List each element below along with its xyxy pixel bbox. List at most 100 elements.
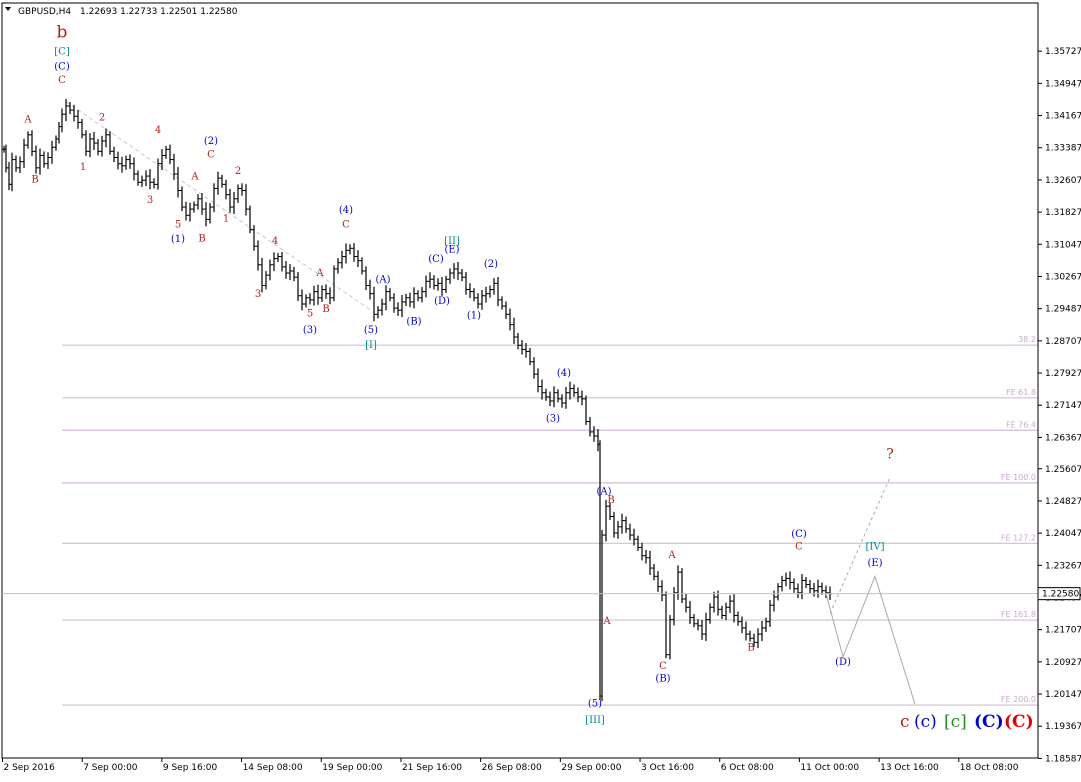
wave-label: [C] bbox=[54, 46, 70, 57]
wave-label: (C) bbox=[428, 254, 444, 265]
price-tick-label: 1.27147 bbox=[1045, 401, 1081, 411]
price-tick-label: 1.34167 bbox=[1045, 112, 1081, 122]
wave-label: B bbox=[31, 174, 38, 185]
wave-label: A bbox=[23, 114, 32, 125]
price-series bbox=[2, 99, 832, 702]
price-tick-label: 1.25607 bbox=[1045, 465, 1081, 475]
wave-label: [IV] bbox=[866, 542, 885, 553]
wave-label: (4) bbox=[339, 205, 353, 216]
wave-degree-tag: (c) bbox=[914, 712, 937, 732]
fib-level-label: FE 161.8 bbox=[1001, 610, 1036, 619]
price-tick-label: 1.32607 bbox=[1045, 176, 1081, 186]
time-tick-label: 2 Sep 2016 bbox=[4, 763, 56, 773]
wave-label: 2 bbox=[99, 112, 105, 123]
price-tick-label: 1.29487 bbox=[1045, 305, 1081, 315]
price-tick-label: 1.24047 bbox=[1045, 529, 1081, 539]
price-tick-label: 1.21707 bbox=[1045, 626, 1081, 636]
symbol-header: GBPUSD,H4 1.22693 1.22733 1.22501 1.2258… bbox=[5, 7, 238, 17]
projection-path bbox=[825, 477, 916, 705]
time-tick-label: 11 Oct 00:00 bbox=[800, 763, 859, 773]
wave-label: (1) bbox=[171, 234, 185, 245]
time-tick-label: 21 Sep 16:00 bbox=[402, 763, 462, 773]
time-tick-label: 7 Sep 00:00 bbox=[83, 763, 138, 773]
wave-label: 4 bbox=[272, 236, 278, 247]
wave-label: (5) bbox=[588, 698, 602, 709]
ohlc-values: 1.22693 1.22733 1.22501 1.22580 bbox=[80, 7, 238, 17]
price-tick-label: 1.23267 bbox=[1045, 561, 1081, 571]
chevron-down-icon[interactable] bbox=[5, 7, 11, 11]
fibonacci-levels: 38.2 FE 61.8 FE 76.4 FE 100.0 FE 127.2 FE 161… bbox=[62, 335, 1038, 706]
time-tick-label: 13 Oct 16:00 bbox=[880, 763, 939, 773]
wave-label: (2) bbox=[484, 259, 498, 270]
time-tick-label: 6 Oct 08:00 bbox=[721, 763, 774, 773]
time-tick-label: 29 Sep 00:00 bbox=[561, 763, 621, 773]
wave-label: B bbox=[198, 233, 205, 244]
wave-label: 5 bbox=[175, 220, 181, 231]
time-axis: 2 Sep 2016 7 Sep 00:00 9 Sep 16:00 14 Sep 0… bbox=[2, 758, 1019, 773]
fib-level-label: FE 200.0 bbox=[1001, 695, 1036, 704]
price-tick-label: 1.20147 bbox=[1045, 690, 1081, 700]
wave-label: 1 bbox=[80, 162, 86, 173]
wave-label: (B) bbox=[406, 317, 421, 328]
wave-label: (D) bbox=[835, 657, 851, 668]
wave-degree-tag: (C) bbox=[974, 712, 1004, 732]
wave-label: C bbox=[207, 150, 215, 161]
wave-label: B bbox=[607, 495, 614, 506]
wave-label: (5) bbox=[364, 325, 378, 336]
time-tick-label: 14 Sep 08:00 bbox=[243, 763, 303, 773]
wave-label: 2 bbox=[235, 166, 241, 177]
price-tick-label: 1.30267 bbox=[1045, 272, 1081, 282]
wave-label: ? bbox=[886, 447, 894, 463]
wave-label: (C) bbox=[54, 62, 70, 73]
time-tick-label: 3 Oct 16:00 bbox=[641, 763, 694, 773]
wave-label: C bbox=[58, 75, 66, 86]
price-tick-label: 1.33387 bbox=[1045, 144, 1081, 154]
wave-label: A bbox=[315, 268, 324, 279]
price-tick-label: 1.26367 bbox=[1045, 433, 1081, 443]
time-tick-label: 9 Sep 16:00 bbox=[163, 763, 218, 773]
time-tick-label: 19 Sep 00:00 bbox=[322, 763, 382, 773]
wave-label: (A) bbox=[375, 275, 390, 286]
wave-degree-tag: c bbox=[900, 712, 910, 732]
wave-label: (3) bbox=[546, 414, 560, 425]
wave-label: 3 bbox=[147, 195, 153, 206]
fib-level-label: FE 76.4 bbox=[1006, 420, 1036, 429]
current-price-label: 1.22580 bbox=[1042, 590, 1079, 600]
fib-level-label: FE 127.2 bbox=[1001, 533, 1036, 542]
fib-level-label: FE 61.8 bbox=[1006, 388, 1036, 397]
price-tick-label: 1.18587 bbox=[1045, 754, 1081, 764]
time-tick-label: 18 Oct 08:00 bbox=[960, 763, 1019, 773]
wave-label: (3) bbox=[303, 325, 317, 336]
plot-frame bbox=[1, 2, 1039, 759]
chart-window[interactable]: 38.2 FE 61.8 FE 76.4 FE 100.0 FE 127.2 FE 161… bbox=[0, 0, 1081, 778]
wave-label: C bbox=[659, 661, 667, 672]
guide-lines bbox=[65, 101, 372, 311]
wave-label: B bbox=[322, 304, 329, 315]
price-tick-label: 1.20927 bbox=[1045, 658, 1081, 668]
price-tick-label: 1.19367 bbox=[1045, 722, 1081, 732]
wave-label: A bbox=[190, 171, 199, 182]
wave-label: A bbox=[602, 616, 611, 627]
price-tick-label: 1.24827 bbox=[1045, 497, 1081, 507]
fib-level-label: FE 100.0 bbox=[1001, 473, 1036, 482]
symbol-label: GBPUSD,H4 bbox=[18, 7, 71, 17]
price-chart[interactable]: 38.2 FE 61.8 FE 76.4 FE 100.0 FE 127.2 FE 161… bbox=[0, 0, 1081, 778]
wave-label: (1) bbox=[467, 310, 481, 321]
price-tick-label: 1.28707 bbox=[1045, 337, 1081, 347]
wave-label: (C) bbox=[791, 529, 807, 540]
wave-label: (4) bbox=[557, 368, 571, 379]
price-tick-label: 1.34947 bbox=[1045, 79, 1081, 89]
channel-line bbox=[65, 101, 372, 311]
wave-label: (E) bbox=[444, 244, 459, 255]
wave-label: C bbox=[342, 220, 350, 231]
wave-label: (D) bbox=[434, 296, 450, 307]
wave-label: A bbox=[667, 550, 676, 561]
wave-label: 4 bbox=[155, 125, 161, 136]
wave-label: [I] bbox=[365, 340, 377, 351]
projection-solid-path bbox=[825, 574, 916, 705]
wave-degree-legend: c (c) [c] (C) (C) bbox=[900, 712, 1034, 732]
wave-label: [III] bbox=[585, 715, 605, 726]
wave-label: 3 bbox=[255, 289, 261, 300]
wave-label: (E) bbox=[867, 558, 882, 569]
wave-degree-tag: [c] bbox=[944, 712, 967, 732]
